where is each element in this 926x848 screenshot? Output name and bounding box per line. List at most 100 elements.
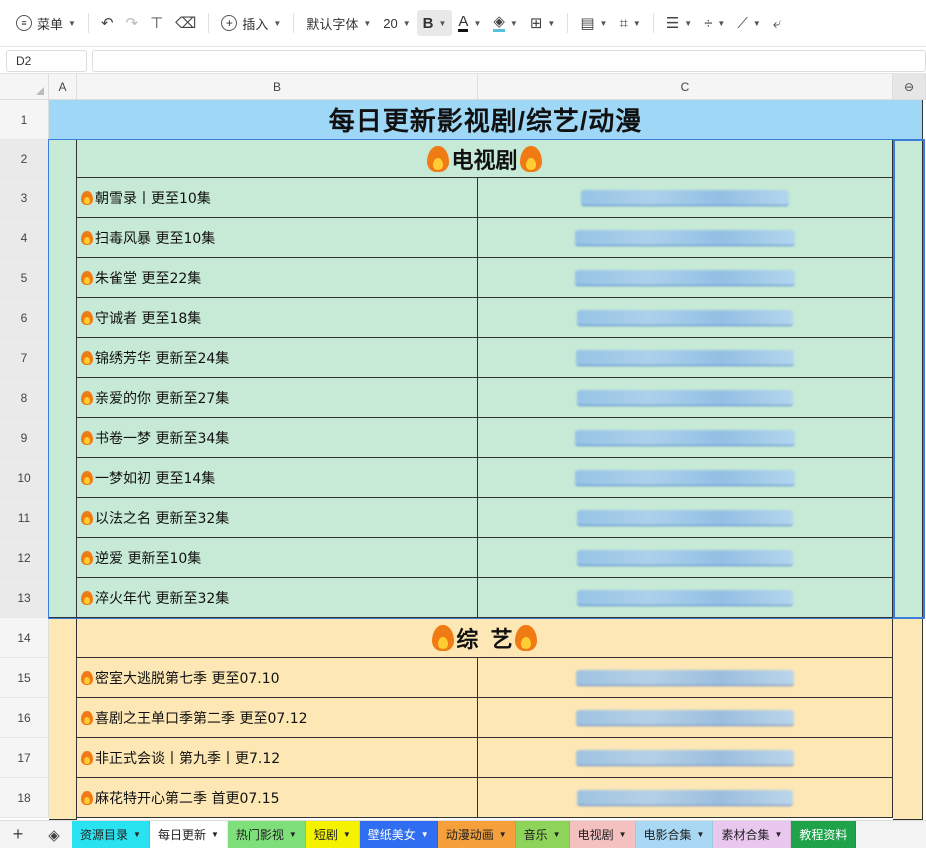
tv-item-name[interactable]: 朝雪录丨更至10集 — [77, 178, 478, 218]
tv-item-name[interactable]: 逆爱 更新至10集 — [77, 538, 478, 578]
sheet-tab[interactable]: 资源目录 ▼ — [72, 821, 150, 848]
tv-item-name[interactable]: 书卷一梦 更新至34集 — [77, 418, 478, 458]
tv-item-name[interactable]: 朱雀堂 更至22集 — [77, 258, 478, 298]
row-header[interactable]: 5 — [0, 258, 49, 298]
sheet-tab-active[interactable]: 每日更新 ▼ — [149, 821, 228, 848]
column-header-d[interactable]: ⊖ — [893, 74, 926, 100]
blurred-link[interactable] — [576, 669, 794, 686]
tv-item-name[interactable]: 扫毒风暴 更至10集 — [77, 218, 478, 258]
blurred-link[interactable] — [576, 709, 794, 726]
column-a-cell[interactable] — [49, 140, 77, 618]
crop-button[interactable]: ⌗ ▼ — [613, 10, 646, 36]
row-header[interactable]: 6 — [0, 298, 49, 338]
row-header[interactable]: 17 — [0, 738, 49, 778]
tv-item-link[interactable] — [478, 418, 893, 458]
row-header[interactable]: 9 — [0, 418, 49, 458]
row-header[interactable]: 3 — [0, 178, 49, 218]
clear-format-button[interactable]: ⌫ — [169, 10, 202, 36]
sheet-title-cell[interactable]: 每日更新影视剧/综艺/动漫 — [49, 100, 923, 140]
blurred-link[interactable] — [581, 189, 789, 206]
align-vertical-button[interactable]: ÷ ▼ — [698, 10, 731, 36]
row-header[interactable]: 7 — [0, 338, 49, 378]
row-header[interactable]: 18 — [0, 778, 49, 818]
sheet-tab[interactable]: 壁纸美女 ▼ — [359, 821, 438, 848]
bold-button[interactable]: B ▼ — [416, 10, 453, 36]
redo-button[interactable]: ↷ — [120, 10, 145, 36]
cell-reference-box[interactable]: D2 — [6, 50, 87, 72]
variety-item-name[interactable]: 非正式会谈丨第九季丨更7.12 — [77, 738, 478, 778]
row-header[interactable]: 1 — [0, 100, 49, 140]
tv-item-link[interactable] — [478, 298, 893, 338]
blurred-link[interactable] — [576, 349, 794, 366]
select-all-corner[interactable] — [0, 74, 49, 100]
column-header-a[interactable]: A — [49, 74, 77, 100]
row-header[interactable]: 4 — [0, 218, 49, 258]
tv-item-name[interactable]: 淬火年代 更新至32集 — [77, 578, 478, 618]
variety-item-link[interactable] — [478, 738, 893, 778]
wrap-text-button[interactable]: ⤶ — [767, 10, 787, 36]
variety-item-name[interactable]: 喜剧之王单口季第二季 更至07.12 — [77, 698, 478, 738]
insert-button[interactable]: + 插入 ▼ — [215, 10, 287, 36]
format-painter-button[interactable]: ⊤ — [144, 10, 169, 36]
sheet-tab[interactable]: 电影合集 ▼ — [635, 821, 714, 848]
tv-item-link[interactable] — [478, 498, 893, 538]
undo-button[interactable]: ↶ — [95, 10, 120, 36]
tv-item-link[interactable] — [478, 218, 893, 258]
blurred-link[interactable] — [577, 789, 793, 806]
tv-item-link[interactable] — [478, 378, 893, 418]
tv-item-link[interactable] — [478, 538, 893, 578]
variety-item-name[interactable]: 麻花特开心第二季 首更07.15 — [77, 778, 478, 818]
menu-button[interactable]: ≡ 菜单 ▼ — [10, 10, 82, 36]
row-header[interactable]: 8 — [0, 378, 49, 418]
sheet-tab[interactable]: 电视剧 ▼ — [569, 821, 636, 848]
borders-button[interactable]: ⊞ ▼ — [524, 10, 562, 36]
formula-input[interactable] — [92, 50, 926, 72]
sheet-tab[interactable]: 动漫动画 ▼ — [437, 821, 516, 848]
tv-item-link[interactable] — [478, 338, 893, 378]
variety-item-link[interactable] — [478, 658, 893, 698]
tv-item-name[interactable]: 一梦如初 更至14集 — [77, 458, 478, 498]
variety-item-link[interactable] — [478, 698, 893, 738]
row-header[interactable]: 15 — [0, 658, 49, 698]
tv-item-link[interactable] — [478, 258, 893, 298]
sheet-tab[interactable]: 音乐 ▼ — [515, 821, 570, 848]
sheet-tab[interactable]: 短剧 ▼ — [305, 821, 360, 848]
sheet-tab[interactable]: 素材合集 ▼ — [713, 821, 792, 848]
tv-item-name[interactable]: 守诚者 更至18集 — [77, 298, 478, 338]
variety-item-link[interactable] — [478, 778, 893, 818]
tv-item-link[interactable] — [478, 458, 893, 498]
align-horizontal-button[interactable]: ☰ ▼ — [660, 10, 698, 36]
column-header-b[interactable]: B — [77, 74, 478, 100]
blurred-link[interactable] — [575, 269, 795, 286]
blurred-link[interactable] — [577, 589, 793, 606]
blurred-link[interactable] — [577, 549, 793, 566]
sheet-tab[interactable]: 热门影视 ▼ — [227, 821, 306, 848]
sheet-list-button[interactable]: ◈ — [36, 821, 72, 848]
tv-item-link[interactable] — [478, 178, 893, 218]
row-header[interactable]: 11 — [0, 498, 49, 538]
cell-style-button[interactable]: ▤ ▼ — [574, 10, 613, 36]
font-family-select[interactable]: 默认字体 ▼ — [300, 10, 377, 36]
blurred-link[interactable] — [577, 309, 793, 326]
tv-item-link[interactable] — [478, 578, 893, 618]
column-header-c[interactable]: C — [478, 74, 893, 100]
spreadsheet-grid[interactable]: A B C ⊖ 1 2 3 4 5 6 7 8 9 10 11 12 13 14… — [0, 74, 926, 820]
variety-item-name[interactable]: 密室大逃脱第七季 更至07.10 — [77, 658, 478, 698]
column-d-cell[interactable] — [893, 140, 923, 618]
row-header[interactable]: 12 — [0, 538, 49, 578]
row-header[interactable]: 14 — [0, 618, 49, 658]
font-size-select[interactable]: 20 ▼ — [377, 10, 416, 36]
sheet-tab[interactable]: 教程资料 — [791, 821, 857, 848]
row-header[interactable]: 2 — [0, 140, 49, 178]
blurred-link[interactable] — [576, 749, 794, 766]
add-sheet-button[interactable]: + — [0, 821, 36, 848]
column-d-cell[interactable] — [893, 618, 923, 820]
tv-item-name[interactable]: 锦绣芳华 更新至24集 — [77, 338, 478, 378]
fill-color-button[interactable]: ◈ ▼ — [487, 10, 523, 36]
font-color-button[interactable]: A ▼ — [452, 10, 487, 36]
tv-item-name[interactable]: 以法之名 更新至32集 — [77, 498, 478, 538]
blurred-link[interactable] — [575, 229, 795, 246]
row-header[interactable]: 13 — [0, 578, 49, 618]
blurred-link[interactable] — [577, 509, 793, 526]
blurred-link[interactable] — [575, 429, 795, 446]
